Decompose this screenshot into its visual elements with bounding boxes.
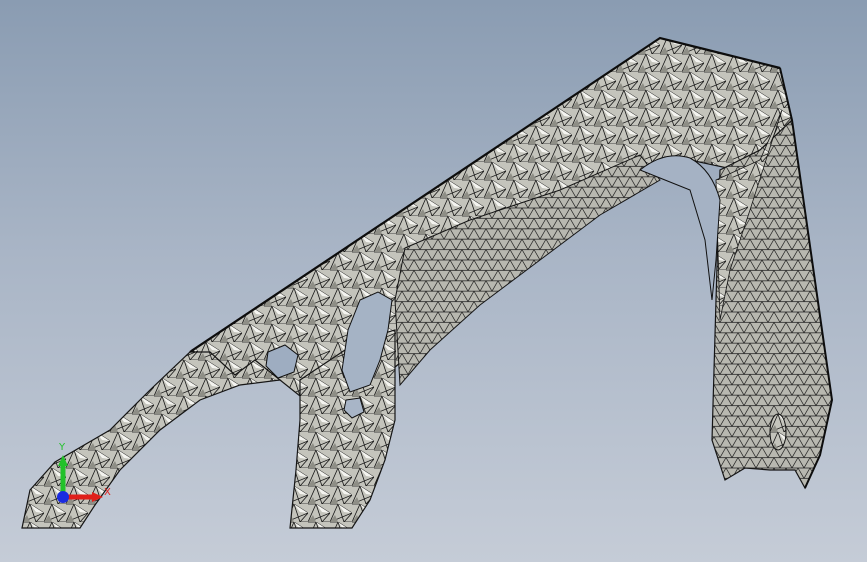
x-axis-label: X [104, 487, 111, 498]
mesh-scene[interactable] [0, 0, 867, 562]
y-axis-label: Y [59, 442, 66, 453]
cad-viewport[interactable]: Y X [0, 0, 867, 562]
mesh-hole-right-leg [769, 413, 787, 451]
